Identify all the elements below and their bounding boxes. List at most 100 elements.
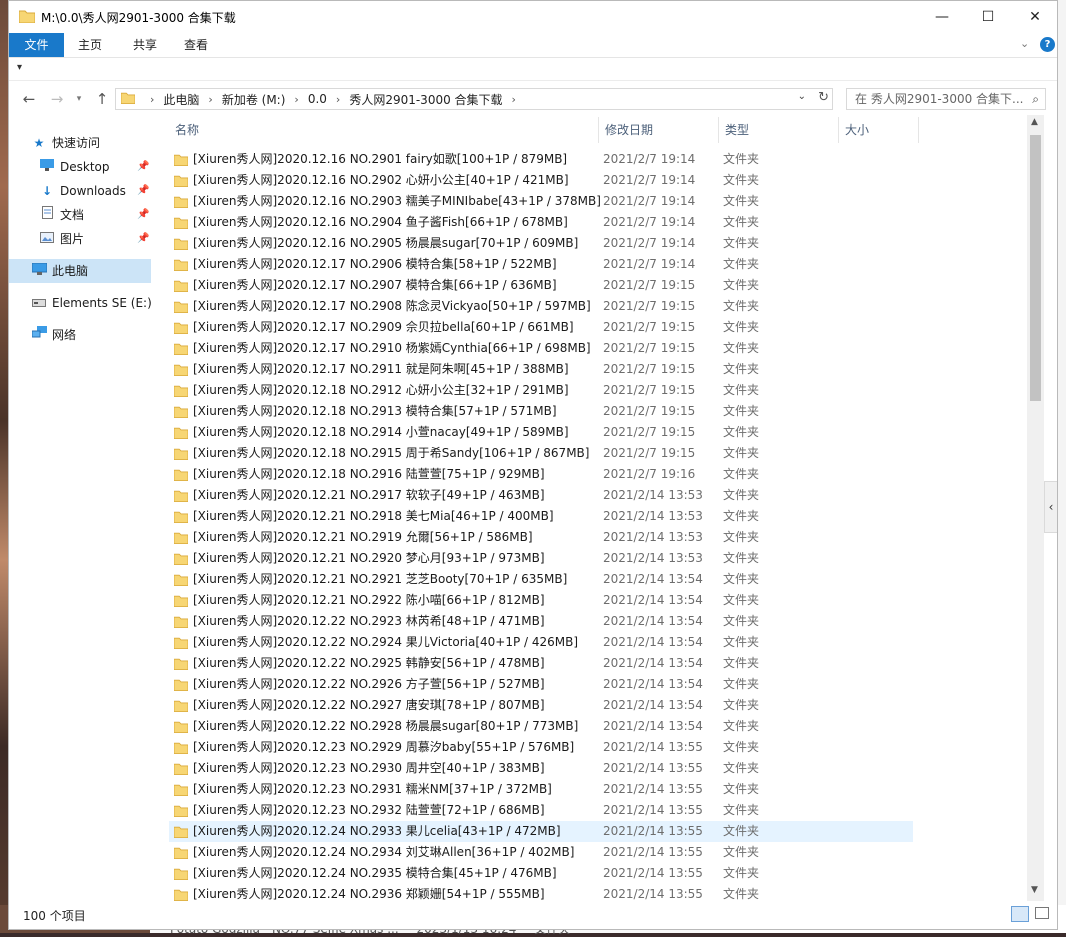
forward-arrow-icon[interactable]: → (47, 89, 67, 109)
table-row[interactable]: [Xiuren秀人网]2020.12.22 NO.2926 方子萱[56+1P … (169, 674, 913, 695)
chevron-right-icon[interactable]: › (294, 93, 298, 106)
table-row[interactable]: [Xiuren秀人网]2020.12.16 NO.2905 杨晨晨sugar[7… (169, 233, 913, 254)
table-row[interactable]: [Xiuren秀人网]2020.12.21 NO.2918 美七Mia[46+1… (169, 506, 913, 527)
file-name: [Xiuren秀人网]2020.12.21 NO.2918 美七Mia[46+1… (193, 509, 554, 523)
pin-icon[interactable]: 📌 (137, 203, 149, 227)
table-row[interactable]: [Xiuren秀人网]2020.12.17 NO.2910 杨紫嫣Cynthia… (169, 338, 913, 359)
table-row[interactable]: [Xiuren秀人网]2020.12.17 NO.2908 陈念灵Vickyao… (169, 296, 913, 317)
tab-share[interactable]: 共享 (124, 33, 166, 57)
table-row[interactable]: [Xiuren秀人网]2020.12.16 NO.2901 fairy如歌[10… (169, 149, 913, 170)
table-row[interactable]: [Xiuren秀人网]2020.12.22 NO.2924 果儿Victoria… (169, 632, 913, 653)
table-row[interactable]: [Xiuren秀人网]2020.12.17 NO.2907 模特合集[66+1P… (169, 275, 913, 296)
explorer-window: M:\0.0\秀人网2901-3000 合集下载 — ☐ ✕ 文件 主页 共享 … (8, 0, 1058, 930)
table-row[interactable]: [Xiuren秀人网]2020.12.18 NO.2913 模特合集[57+1P… (169, 401, 913, 422)
column-name[interactable]: 名称 (169, 117, 599, 143)
table-row[interactable]: [Xiuren秀人网]2020.12.16 NO.2904 鱼子酱Fish[66… (169, 212, 913, 233)
nav-quick-access[interactable]: ★ 快速访问 (31, 131, 100, 155)
nav-downloads[interactable]: ↓ Downloads 📌 (39, 179, 151, 203)
file-date: 2021/2/14 13:54 (603, 614, 703, 628)
table-row[interactable]: [Xiuren秀人网]2020.12.21 NO.2919 允爾[56+1P /… (169, 527, 913, 548)
nav-this-pc[interactable]: 此电脑 (9, 259, 151, 283)
nav-desktop[interactable]: Desktop 📌 (39, 155, 151, 179)
expand-ribbon-icon[interactable]: ⌄ (1020, 37, 1029, 50)
table-row[interactable]: [Xiuren秀人网]2020.12.21 NO.2921 芝芝Booty[70… (169, 569, 913, 590)
table-row[interactable]: [Xiuren秀人网]2020.12.18 NO.2916 陆萱萱[75+1P … (169, 464, 913, 485)
table-row[interactable]: [Xiuren秀人网]2020.12.22 NO.2927 唐安琪[78+1P … (169, 695, 913, 716)
table-row[interactable]: [Xiuren秀人网]2020.12.24 NO.2936 郑颖姗[54+1P … (169, 884, 913, 901)
file-date: 2021/2/7 19:14 (603, 194, 696, 208)
file-date: 2021/2/7 19:15 (603, 383, 696, 397)
chevron-right-icon[interactable]: › (150, 93, 154, 106)
tab-file[interactable]: 文件 (9, 33, 64, 57)
scroll-up-icon[interactable]: ▲ (1031, 117, 1038, 127)
recent-locations-icon[interactable]: ▾ (69, 89, 89, 109)
pin-icon[interactable]: 📌 (137, 155, 149, 179)
scroll-down-icon[interactable]: ▼ (1031, 885, 1038, 895)
back-arrow-icon[interactable]: ← (19, 89, 39, 109)
maximize-button[interactable]: ☐ (965, 1, 1011, 33)
table-row[interactable]: [Xiuren秀人网]2020.12.23 NO.2932 陆萱萱[72+1P … (169, 800, 913, 821)
nav-pictures[interactable]: 图片 📌 (39, 227, 151, 251)
nav-network[interactable]: 网络 (31, 323, 76, 347)
breadcrumb-drive[interactable]: 新加卷 (M:) (222, 91, 286, 108)
file-list: ⌃ 名称 修改日期 类型 大小 [Xiuren秀人网]2020.12.16 NO… (159, 115, 1027, 901)
table-row[interactable]: [Xiuren秀人网]2020.12.17 NO.2909 佘贝拉bella[6… (169, 317, 913, 338)
table-row[interactable]: [Xiuren秀人网]2020.12.23 NO.2931 糯米NM[37+1P… (169, 779, 913, 800)
tab-home[interactable]: 主页 (69, 33, 111, 57)
customize-toolbar-icon[interactable]: ▾ (17, 62, 22, 73)
refresh-icon[interactable]: ↻ (818, 90, 829, 105)
table-row[interactable]: [Xiuren秀人网]2020.12.17 NO.2906 模特合集[58+1P… (169, 254, 913, 275)
nav-drive-e[interactable]: Elements SE (E:) (31, 291, 152, 315)
table-row[interactable]: [Xiuren秀人网]2020.12.22 NO.2923 林芮希[48+1P … (169, 611, 913, 632)
chevron-right-icon[interactable]: › (512, 93, 516, 106)
file-name: [Xiuren秀人网]2020.12.18 NO.2912 心妍小公主[32+1… (193, 383, 569, 397)
table-row[interactable]: [Xiuren秀人网]2020.12.21 NO.2917 软软子[49+1P … (169, 485, 913, 506)
pin-icon[interactable]: 📌 (137, 227, 149, 251)
scroll-thumb[interactable] (1030, 135, 1041, 401)
column-type[interactable]: 类型 (719, 117, 839, 143)
table-row[interactable]: [Xiuren秀人网]2020.12.18 NO.2914 小萱nacay[49… (169, 422, 913, 443)
breadcrumb-folder[interactable]: 0.0 (308, 92, 327, 106)
file-date: 2021/2/7 19:15 (603, 278, 696, 292)
table-row[interactable]: [Xiuren秀人网]2020.12.22 NO.2928 杨晨晨sugar[8… (169, 716, 913, 737)
large-icons-view-icon[interactable] (1035, 907, 1049, 919)
file-name: [Xiuren秀人网]2020.12.22 NO.2923 林芮希[48+1P … (193, 614, 545, 628)
help-icon[interactable]: ? (1040, 37, 1055, 52)
breadcrumb-current[interactable]: 秀人网2901-3000 合集下载 (349, 91, 502, 108)
table-row[interactable]: [Xiuren秀人网]2020.12.24 NO.2933 果儿celia[43… (169, 821, 913, 842)
folder-icon (18, 9, 36, 26)
address-bar[interactable]: › 此电脑 › 新加卷 (M:) › 0.0 › 秀人网2901-3000 合集… (115, 88, 833, 110)
file-type: 文件夹 (723, 320, 760, 334)
pin-icon[interactable]: 📌 (137, 179, 149, 203)
minimize-button[interactable]: — (919, 1, 965, 33)
table-row[interactable]: [Xiuren秀人网]2020.12.22 NO.2925 韩静安[56+1P … (169, 653, 913, 674)
nav-documents[interactable]: 文档 📌 (39, 203, 151, 227)
up-arrow-icon[interactable]: ↑ (92, 89, 112, 109)
table-row[interactable]: [Xiuren秀人网]2020.12.24 NO.2934 刘艾琳Allen[3… (169, 842, 913, 863)
table-row[interactable]: [Xiuren秀人网]2020.12.23 NO.2929 周慕汐baby[55… (169, 737, 913, 758)
breadcrumb-this-pc[interactable]: 此电脑 (163, 91, 199, 108)
vertical-scrollbar[interactable]: ▲ ▼ (1027, 115, 1044, 901)
table-row[interactable]: [Xiuren秀人网]2020.12.17 NO.2911 就是阿朱啊[45+1… (169, 359, 913, 380)
table-row[interactable]: [Xiuren秀人网]2020.12.16 NO.2902 心妍小公主[40+1… (169, 170, 913, 191)
nav-label: 图片 (60, 232, 85, 246)
details-view-icon[interactable] (1011, 906, 1029, 922)
table-row[interactable]: [Xiuren秀人网]2020.12.18 NO.2912 心妍小公主[32+1… (169, 380, 913, 401)
table-row[interactable]: [Xiuren秀人网]2020.12.21 NO.2920 梦心月[93+1P … (169, 548, 913, 569)
file-type: 文件夹 (723, 887, 760, 901)
table-row[interactable]: [Xiuren秀人网]2020.12.21 NO.2922 陈小喵[66+1P … (169, 590, 913, 611)
table-row[interactable]: [Xiuren秀人网]2020.12.18 NO.2915 周于希Sandy[1… (169, 443, 913, 464)
table-row[interactable]: [Xiuren秀人网]2020.12.16 NO.2903 糯美子MINIbab… (169, 191, 913, 212)
chevron-down-icon[interactable]: ⌄ (798, 91, 806, 102)
collapse-pane-chevron-icon[interactable]: ‹ (1044, 481, 1057, 533)
table-row[interactable]: [Xiuren秀人网]2020.12.24 NO.2935 模特合集[45+1P… (169, 863, 913, 884)
table-row[interactable]: [Xiuren秀人网]2020.12.23 NO.2930 周井空[40+1P … (169, 758, 913, 779)
close-button[interactable]: ✕ (1012, 1, 1057, 33)
chevron-right-icon[interactable]: › (208, 93, 212, 106)
tab-view[interactable]: 查看 (175, 33, 217, 57)
chevron-right-icon[interactable]: › (336, 93, 340, 106)
column-date[interactable]: 修改日期 (599, 117, 719, 143)
search-input[interactable]: 在 秀人网2901-3000 合集下... ⌕ (846, 88, 1046, 110)
file-name: [Xiuren秀人网]2020.12.17 NO.2910 杨紫嫣Cynthia… (193, 341, 591, 355)
column-size[interactable]: 大小 (839, 117, 919, 143)
